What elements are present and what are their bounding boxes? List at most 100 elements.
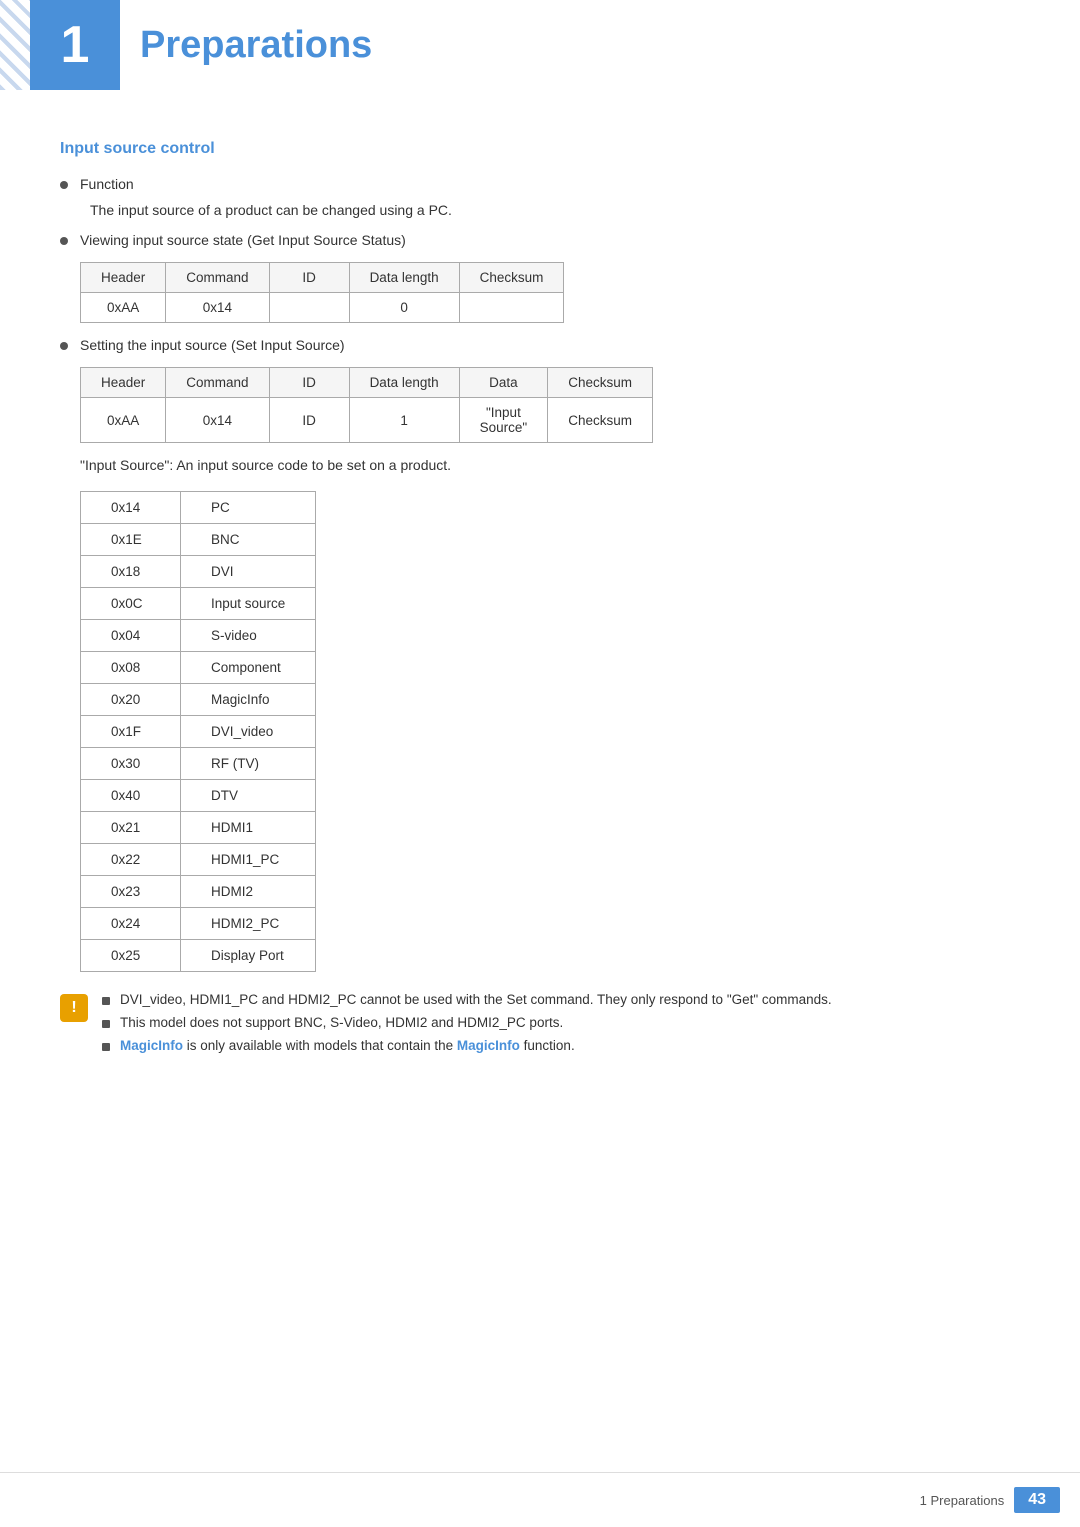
content-area: Input source control Function The input … bbox=[0, 140, 1080, 1141]
note-icon: ! bbox=[60, 994, 88, 1022]
source-table-row: 0x18DVI bbox=[81, 556, 316, 588]
bullet-function: Function bbox=[60, 176, 1020, 192]
source-code: 0x1E bbox=[81, 524, 181, 556]
source-table-row: 0x22HDMI1_PC bbox=[81, 844, 316, 876]
source-name: Component bbox=[181, 652, 316, 684]
source-code: 0x21 bbox=[81, 812, 181, 844]
source-code: 0x18 bbox=[81, 556, 181, 588]
table2-col-datalength: Data length bbox=[349, 368, 459, 398]
table-get-source: Header Command ID Data length Checksum 0… bbox=[80, 262, 564, 323]
source-code-table: 0x14PC0x1EBNC0x18DVI0x0CInput source0x04… bbox=[80, 491, 316, 972]
table1-datalength-val: 0 bbox=[349, 293, 459, 323]
source-name: DVI_video bbox=[181, 716, 316, 748]
source-code: 0x25 bbox=[81, 940, 181, 972]
source-table-row: 0x04S-video bbox=[81, 620, 316, 652]
note-items: DVI_video, HDMI1_PC and HDMI2_PC cannot … bbox=[102, 992, 1020, 1061]
table2-col-id: ID bbox=[269, 368, 349, 398]
highlight-magicinfo-b: MagicInfo bbox=[457, 1038, 520, 1053]
source-code: 0x08 bbox=[81, 652, 181, 684]
bullet-setting: Setting the input source (Set Input Sour… bbox=[60, 337, 1020, 353]
source-code: 0x30 bbox=[81, 748, 181, 780]
table1-id-val bbox=[269, 293, 349, 323]
note-item-1: DVI_video, HDMI1_PC and HDMI2_PC cannot … bbox=[102, 992, 1020, 1007]
source-table-row: 0x24HDMI2_PC bbox=[81, 908, 316, 940]
source-table-row: 0x1EBNC bbox=[81, 524, 316, 556]
section-title: Input source control bbox=[60, 140, 1020, 158]
bullet-function-desc: The input source of a product can be cha… bbox=[90, 202, 452, 218]
table-set-source: Header Command ID Data length Data Check… bbox=[80, 367, 653, 443]
highlight-magicinfo-a: MagicInfo bbox=[120, 1038, 183, 1053]
table2-col-header: Header bbox=[81, 368, 166, 398]
source-name: RF (TV) bbox=[181, 748, 316, 780]
note-bullet bbox=[102, 1043, 110, 1051]
source-code: 0x04 bbox=[81, 620, 181, 652]
note-text-2: This model does not support BNC, S-Video… bbox=[120, 1015, 563, 1030]
source-name: DVI bbox=[181, 556, 316, 588]
note-text-1: DVI_video, HDMI1_PC and HDMI2_PC cannot … bbox=[120, 992, 832, 1007]
table2-datalength-val: 1 bbox=[349, 398, 459, 443]
table1-checksum-val bbox=[459, 293, 564, 323]
footer-page-number: 43 bbox=[1014, 1487, 1060, 1513]
source-table-row: 0x1FDVI_video bbox=[81, 716, 316, 748]
table2-checksum-val: Checksum bbox=[548, 398, 653, 443]
bullet-dot-2 bbox=[60, 237, 68, 245]
page-footer: 1 Preparations 43 bbox=[0, 1472, 1080, 1527]
source-table-row: 0x25Display Port bbox=[81, 940, 316, 972]
source-name: PC bbox=[181, 492, 316, 524]
page-header: 1 Preparations bbox=[0, 0, 1080, 90]
bullet-setting-label: Setting the input source (Set Input Sour… bbox=[80, 337, 345, 353]
source-table-row: 0x21HDMI1 bbox=[81, 812, 316, 844]
footer-text: 1 Preparations bbox=[920, 1493, 1005, 1508]
source-description: "Input Source": An input source code to … bbox=[80, 457, 1020, 473]
table2-col-command: Command bbox=[166, 368, 269, 398]
chapter-block: 1 bbox=[30, 0, 120, 90]
table1-col-checksum: Checksum bbox=[459, 263, 564, 293]
table1-col-command: Command bbox=[166, 263, 269, 293]
source-code: 0x0C bbox=[81, 588, 181, 620]
source-table-row: 0x0CInput source bbox=[81, 588, 316, 620]
source-name: HDMI2 bbox=[181, 876, 316, 908]
source-table-row: 0x20MagicInfo bbox=[81, 684, 316, 716]
note-block: ! DVI_video, HDMI1_PC and HDMI2_PC canno… bbox=[60, 992, 1020, 1061]
source-table-row: 0x14PC bbox=[81, 492, 316, 524]
table2-col-checksum: Checksum bbox=[548, 368, 653, 398]
note-item-2: This model does not support BNC, S-Video… bbox=[102, 1015, 1020, 1030]
table1-col-id: ID bbox=[269, 263, 349, 293]
table2-col-data: Data bbox=[459, 368, 548, 398]
source-name: HDMI1_PC bbox=[181, 844, 316, 876]
source-name: HDMI1 bbox=[181, 812, 316, 844]
table1-col-header: Header bbox=[81, 263, 166, 293]
table2-header-val: 0xAA bbox=[81, 398, 166, 443]
source-code: 0x23 bbox=[81, 876, 181, 908]
source-name: BNC bbox=[181, 524, 316, 556]
source-name: S-video bbox=[181, 620, 316, 652]
note-item-3: MagicInfo is only available with models … bbox=[102, 1038, 1020, 1053]
bullet-dot-1 bbox=[60, 181, 68, 189]
source-name: Display Port bbox=[181, 940, 316, 972]
source-table-row: 0x40DTV bbox=[81, 780, 316, 812]
source-table-row: 0x08Component bbox=[81, 652, 316, 684]
source-name: Input source bbox=[181, 588, 316, 620]
chapter-title: Preparations bbox=[140, 24, 372, 67]
table2-data-val: "InputSource" bbox=[459, 398, 548, 443]
table1-col-datalength: Data length bbox=[349, 263, 459, 293]
source-code: 0x20 bbox=[81, 684, 181, 716]
note-bullet bbox=[102, 997, 110, 1005]
bullet-function-label: Function bbox=[80, 176, 134, 192]
table2-id-val: ID bbox=[269, 398, 349, 443]
source-name: HDMI2_PC bbox=[181, 908, 316, 940]
table1-header-val: 0xAA bbox=[81, 293, 166, 323]
stripe-decoration bbox=[0, 0, 30, 90]
chapter-number: 1 bbox=[61, 15, 90, 75]
source-name: DTV bbox=[181, 780, 316, 812]
table1-command-val: 0x14 bbox=[166, 293, 269, 323]
source-code: 0x24 bbox=[81, 908, 181, 940]
source-code: 0x40 bbox=[81, 780, 181, 812]
bullet-viewing-label: Viewing input source state (Get Input So… bbox=[80, 232, 406, 248]
bullet-viewing: Viewing input source state (Get Input So… bbox=[60, 232, 1020, 248]
chapter-title-area: Preparations bbox=[120, 0, 372, 90]
source-code: 0x14 bbox=[81, 492, 181, 524]
source-table-row: 0x30RF (TV) bbox=[81, 748, 316, 780]
bullet-dot-3 bbox=[60, 342, 68, 350]
source-code: 0x1F bbox=[81, 716, 181, 748]
